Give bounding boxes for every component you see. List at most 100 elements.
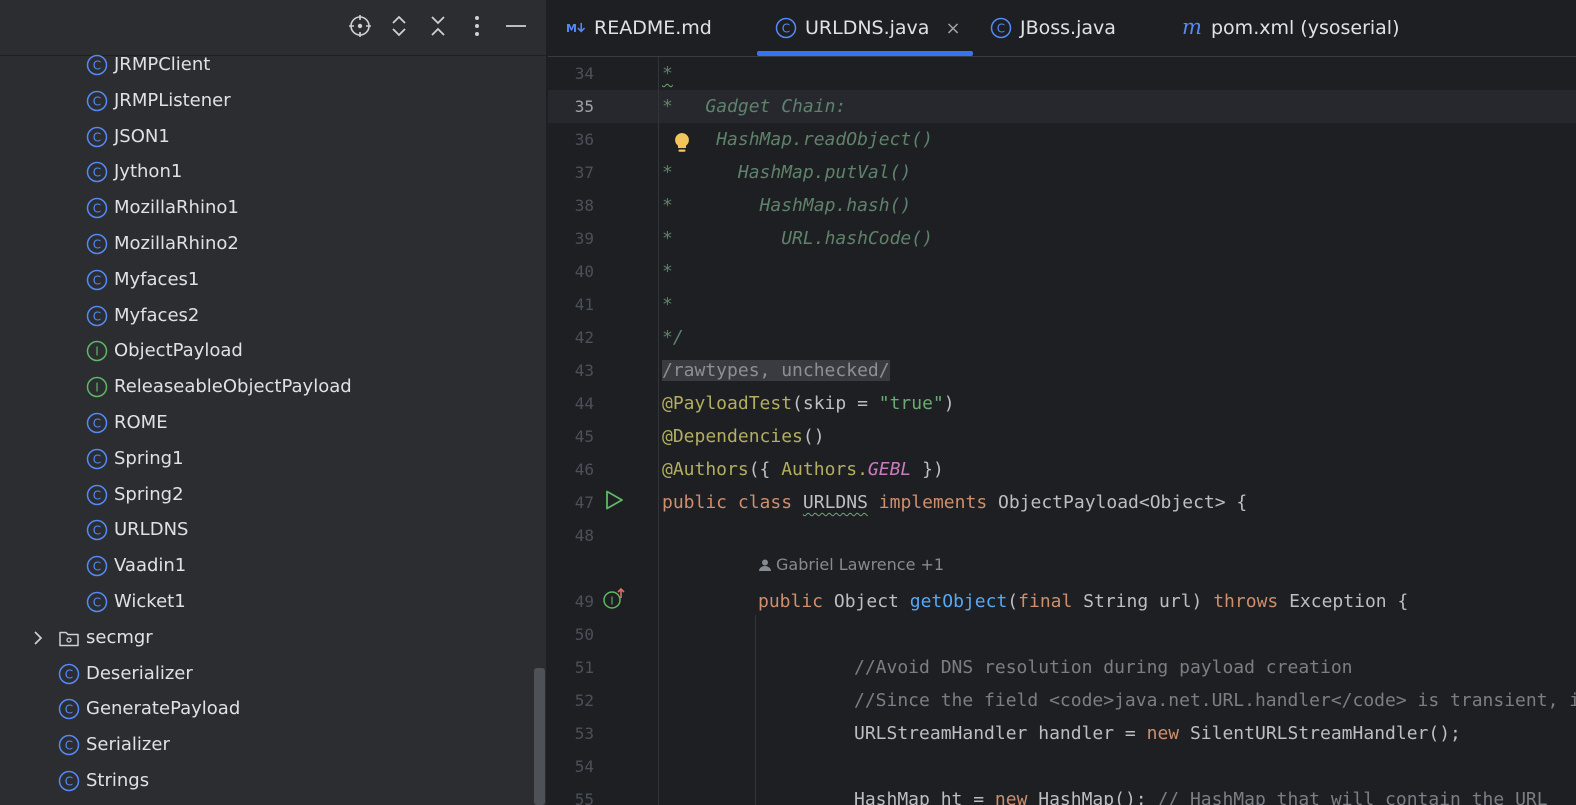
- class-icon: C: [86, 484, 108, 506]
- chevron-right-icon[interactable]: [30, 629, 46, 647]
- svg-text:C: C: [93, 273, 101, 287]
- line-number: 48: [574, 526, 594, 545]
- svg-text:I: I: [95, 345, 99, 359]
- tree-item-label: ROME: [114, 412, 168, 433]
- tree-item-label: Myfaces1: [114, 268, 200, 290]
- panel-scrollbar[interactable]: [534, 668, 545, 805]
- code-text: (): [802, 426, 825, 447]
- tree-item-row[interactable]: I ObjectPayload: [0, 333, 532, 369]
- tab-urldns[interactable]: C URLDNS.java ×: [775, 0, 961, 56]
- line-number: 52: [574, 691, 594, 710]
- svg-text:C: C: [93, 202, 101, 216]
- tree-item-row[interactable]: I ReleaseableObjectPayload: [0, 369, 532, 405]
- class-icon: C: [86, 555, 108, 577]
- active-tab-indicator: [757, 51, 973, 56]
- tree-item-row[interactable]: C Spring1: [0, 441, 532, 477]
- suppress-warnings-text: /rawtypes, unchecked/: [662, 360, 890, 381]
- tree-item-label: Jython1: [114, 161, 183, 183]
- svg-text:C: C: [93, 309, 101, 323]
- svg-text:C: C: [782, 22, 790, 36]
- constant: GEBL: [867, 459, 912, 480]
- more-options-icon[interactable]: [464, 12, 490, 40]
- tree-item-row[interactable]: C JSON1: [0, 119, 532, 155]
- tree-item-row[interactable]: C JRMPListener: [0, 83, 532, 119]
- tree-item-row[interactable]: C ROME: [0, 405, 532, 441]
- annotation: @Authors: [662, 459, 749, 480]
- code-text: ): [943, 393, 955, 414]
- tree-package-row[interactable]: secmgr: [0, 620, 532, 656]
- tree-item-row[interactable]: C JRMPClient: [0, 47, 532, 83]
- code-text: SilentURLStreamHandler();: [1179, 723, 1461, 744]
- close-icon[interactable]: ×: [945, 18, 960, 39]
- line-number: 51: [574, 658, 594, 677]
- tree-item-row[interactable]: C Vaadin1: [0, 548, 532, 584]
- tree-item-label: Myfaces2: [114, 304, 200, 326]
- class-icon: C: [58, 698, 80, 720]
- code-line-34: *: [662, 57, 673, 90]
- svg-text:C: C: [93, 524, 101, 538]
- comment-text: */: [662, 327, 684, 348]
- code-text: URLStreamHandler handler =: [854, 723, 1147, 744]
- code-line-36: HashMap.readObject(): [662, 123, 933, 156]
- tab-pom[interactable]: m pom.xml (ysoserial): [1181, 0, 1399, 56]
- svg-text:C: C: [93, 166, 101, 180]
- tree-item-label: Spring2: [114, 483, 184, 505]
- svg-text:M: M: [566, 22, 577, 35]
- indent-guide: [755, 615, 756, 805]
- svg-text:C: C: [65, 739, 73, 753]
- hide-panel-icon[interactable]: [503, 12, 529, 40]
- tree-item-label: MozillaRhino2: [114, 233, 239, 254]
- method-name[interactable]: getObject: [910, 591, 1008, 612]
- tree-item-label: URLDNS: [114, 519, 189, 541]
- code-line-37: * HashMap.putVal(): [662, 156, 911, 189]
- keyword: class: [737, 492, 793, 513]
- tree-item-row[interactable]: C MozillaRhino1: [0, 190, 532, 226]
- tree-item-row[interactable]: C Myfaces1: [0, 262, 532, 298]
- editor-tab-bar: M README.md C URLDNS.java × C JBoss.java…: [548, 0, 1576, 57]
- interface-icon: I: [86, 376, 108, 398]
- code-editor[interactable]: 34 35 36 37 38 39 40 41 42 43 44 45 46 47 48 49 50 51 52 53…: [548, 57, 1576, 805]
- tree-item-row[interactable]: C Wicket1: [0, 584, 532, 620]
- tree-item-row[interactable]: C Deserializer: [0, 656, 532, 692]
- comment-text: *: [662, 228, 673, 249]
- keyword: public: [758, 591, 824, 612]
- svg-text:C: C: [65, 667, 73, 681]
- tree-item-row[interactable]: C URLDNS: [0, 512, 532, 548]
- code-text: Exception {: [1278, 591, 1409, 612]
- tree-item-row[interactable]: C Myfaces2: [0, 298, 532, 334]
- svg-text:C: C: [93, 560, 101, 574]
- person-icon: [759, 559, 771, 571]
- class-icon: C: [86, 197, 108, 219]
- tree-item-label: GeneratePayload: [86, 698, 241, 720]
- implements-method-icon[interactable]: I: [603, 587, 627, 615]
- class-icon: C: [86, 305, 108, 327]
- tree-item-row[interactable]: C Strings: [0, 763, 532, 799]
- comment-text: Gadget Chain:: [705, 96, 847, 117]
- package-folder-icon: [58, 627, 80, 649]
- tree-item-row[interactable]: C Jython1: [0, 154, 532, 190]
- tab-jboss[interactable]: C JBoss.java: [990, 0, 1116, 56]
- run-icon[interactable]: [603, 489, 625, 515]
- line-number: 34: [574, 64, 594, 83]
- tree-item-label: Serializer: [86, 734, 170, 756]
- code-line-45: @Dependencies(): [662, 420, 825, 453]
- code-line-38: * HashMap.hash(): [662, 189, 911, 222]
- code-line-44: @PayloadTest(skip = "true"): [662, 387, 955, 420]
- tree-item-row[interactable]: C Serializer: [0, 727, 532, 763]
- class-name[interactable]: URLDNS: [803, 492, 868, 513]
- tab-readme[interactable]: M README.md: [566, 0, 712, 56]
- tree-item-row[interactable]: C MozillaRhino2: [0, 226, 532, 262]
- collapse-all-icon[interactable]: [425, 12, 451, 40]
- locate-icon[interactable]: [347, 12, 373, 40]
- code-line-55: HashMap ht = new HashMap(); // HashMap t…: [854, 783, 1548, 805]
- tree-item-row[interactable]: C Spring2: [0, 477, 532, 513]
- class-icon: C: [86, 591, 108, 613]
- tree-item-row[interactable]: C GeneratePayload: [0, 691, 532, 727]
- code-line-49: public Object getObject(final String url…: [758, 585, 1408, 618]
- code-vision-author[interactable]: Gabriel Lawrence +1: [759, 555, 944, 574]
- tree-item-label: Wicket1: [114, 591, 186, 612]
- tree-item-label: Spring1: [114, 447, 184, 469]
- class-icon: C: [86, 126, 108, 148]
- expand-all-icon[interactable]: [386, 12, 412, 40]
- line-number: 36: [574, 130, 594, 149]
